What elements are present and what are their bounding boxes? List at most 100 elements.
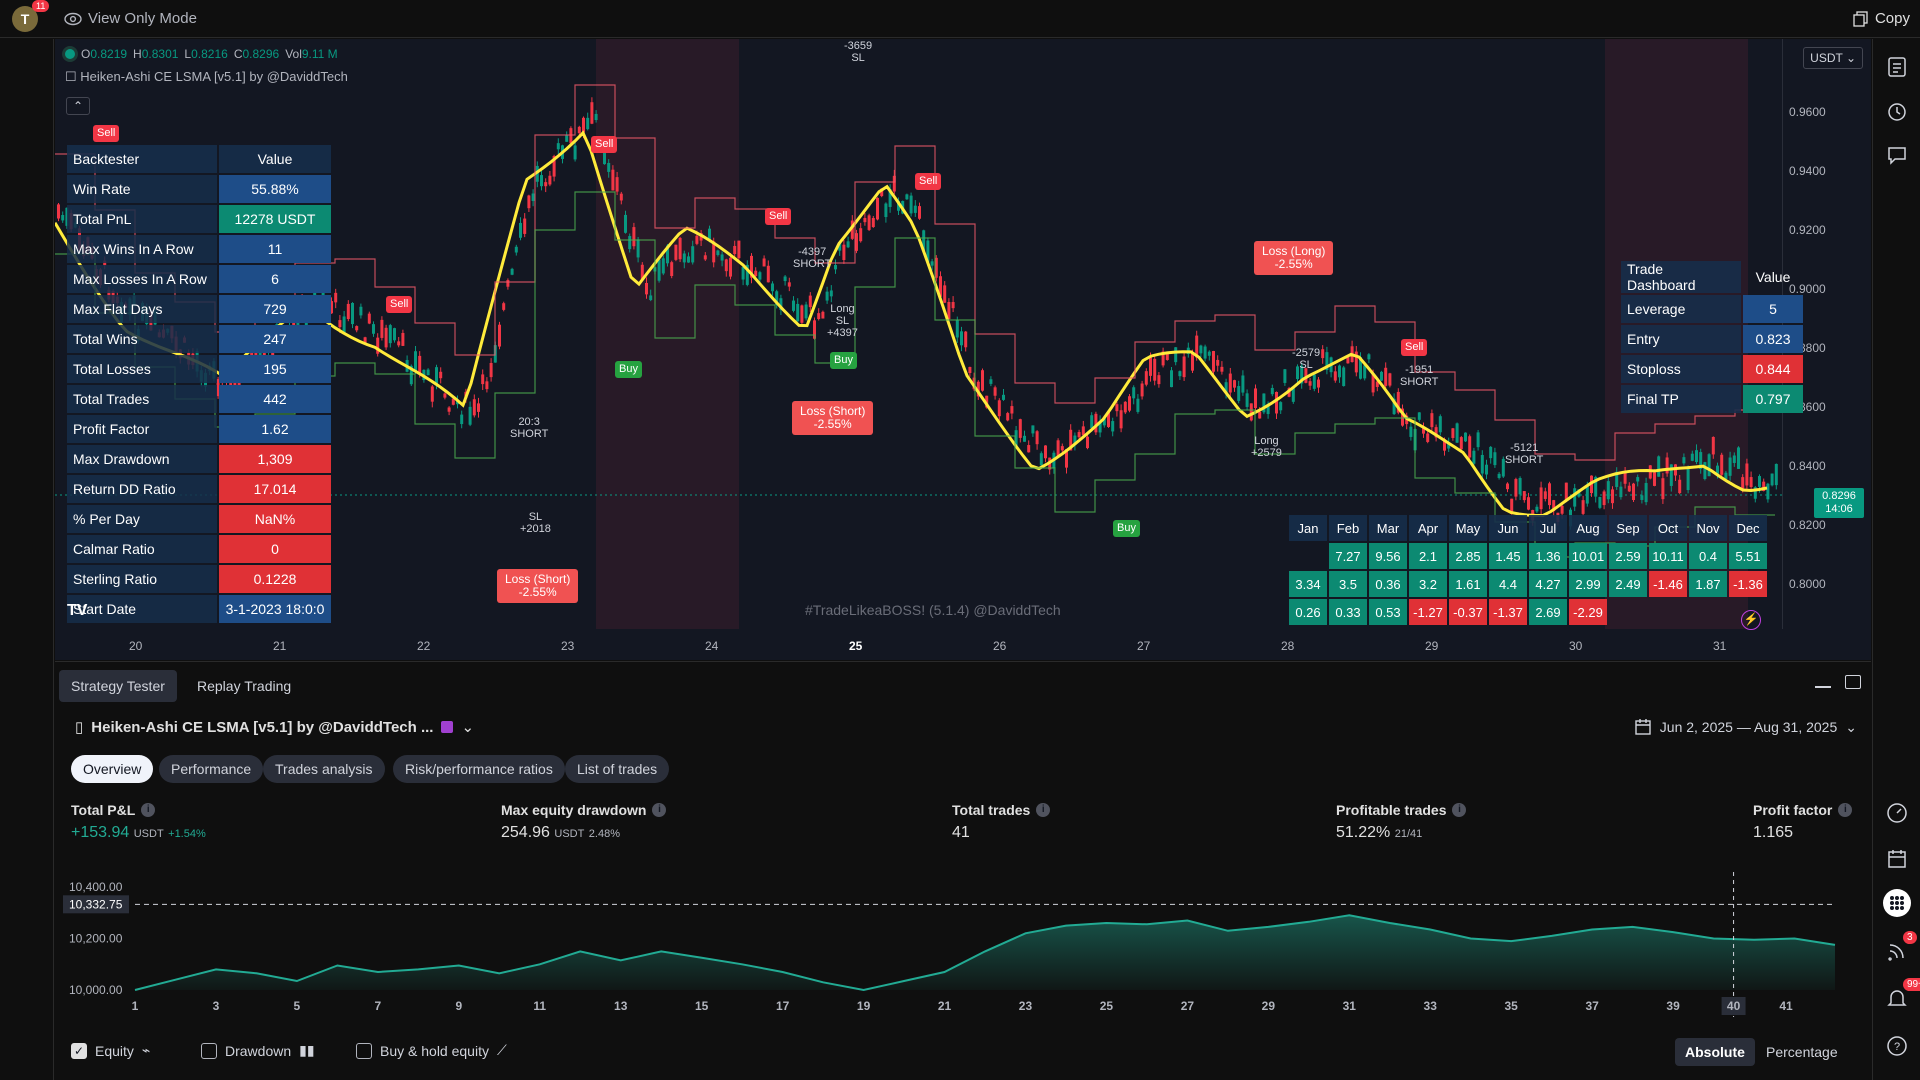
time-tick: 26: [993, 639, 1007, 653]
candle-body: [1598, 497, 1602, 508]
candle-body: [876, 197, 879, 220]
month-cell: 2.99: [1569, 571, 1607, 597]
candle-body: [401, 332, 405, 346]
candle-body: [1535, 506, 1539, 512]
table-header: Backtester: [67, 145, 217, 173]
candle-body: [359, 306, 363, 316]
apps-grid-icon[interactable]: [1883, 889, 1911, 917]
price-chart[interactable]: O0.8219 H0.8301 L0.8216 C0.8296 Vol9.11 …: [55, 39, 1871, 660]
candle-body: [372, 324, 375, 334]
equity-x-tick: 7: [375, 999, 382, 1013]
maximize-panel-icon[interactable]: [1845, 675, 1861, 689]
lightning-icon[interactable]: ⚡: [1741, 610, 1761, 630]
row-label: Win Rate: [67, 175, 217, 203]
candle-body: [724, 259, 728, 272]
collapse-legend-button[interactable]: ⌃: [66, 97, 90, 115]
equity-y-tick: 10,200.00: [69, 932, 123, 946]
strategy-tester-panel: Strategy Tester Replay Trading ▯ Heiken-…: [55, 661, 1871, 1080]
tab-strategy-tester[interactable]: Strategy Tester: [59, 670, 177, 702]
candle-body: [1430, 413, 1434, 428]
checkbox-checked-icon[interactable]: ✓: [71, 1042, 87, 1059]
month-header: Jul: [1529, 515, 1567, 541]
info-icon[interactable]: i: [141, 803, 156, 817]
candle-body: [1455, 423, 1459, 443]
copy-icon: [1853, 10, 1868, 27]
candle-body: [527, 195, 531, 209]
candle-body: [981, 370, 984, 391]
candle-body: [825, 291, 829, 301]
percentage-button[interactable]: Percentage: [1756, 1038, 1848, 1066]
checkbox-icon[interactable]: [356, 1042, 372, 1059]
chevron-down-icon: ⌄: [1845, 718, 1857, 735]
row-label: % Per Day: [67, 505, 217, 533]
feed-icon[interactable]: 3: [1883, 931, 1917, 965]
row-label: Max Flat Days: [67, 295, 217, 323]
equity-x-tick: 41: [1779, 999, 1793, 1013]
candle-body: [754, 270, 758, 277]
subtab-risk-ratios[interactable]: Risk/performance ratios: [393, 755, 565, 783]
candle-body: [720, 254, 724, 261]
candle-body: [1174, 347, 1178, 363]
help-icon[interactable]: ?: [1883, 1032, 1911, 1060]
time-tick: 30: [1569, 639, 1583, 653]
candle-body: [1317, 379, 1320, 388]
info-icon[interactable]: i: [1838, 803, 1853, 817]
time-tick: 29: [1425, 639, 1439, 653]
month-cell: 2.59: [1609, 543, 1647, 569]
row-value: 17.014: [219, 475, 331, 503]
candle-body: [1476, 432, 1480, 448]
candle-body: [1695, 450, 1698, 463]
month-cell: 9.56: [1369, 543, 1407, 569]
price-tick: 0.8000: [1789, 577, 1826, 591]
chevron-down-icon[interactable]: ⌄: [461, 718, 474, 736]
backtester-table: Backtester Value Win Rate 55.88% Total PnL 12…: [65, 143, 333, 625]
minimize-panel-icon[interactable]: [1815, 686, 1831, 688]
candle-body: [968, 367, 972, 374]
row-label: Total Losses: [67, 355, 217, 383]
info-icon[interactable]: i: [1036, 803, 1051, 817]
legend-drawdown[interactable]: Drawdown ▮▮: [201, 1042, 315, 1059]
notifications-icon[interactable]: 99+: [1883, 978, 1920, 1012]
legend-buy-hold[interactable]: Buy & hold equity ⟋: [356, 1042, 507, 1059]
date-range-selector[interactable]: Jun 2, 2025 — Aug 31, 2025 ⌄: [1634, 718, 1857, 736]
info-icon[interactable]: i: [1452, 803, 1467, 817]
speedometer-icon[interactable]: [1883, 799, 1911, 827]
view-only-mode[interactable]: View Only Mode: [64, 10, 197, 27]
candle-body: [611, 169, 615, 191]
watchlist-icon[interactable]: [1883, 53, 1911, 81]
strategy-name[interactable]: ▯ Heiken-Ashi CE LSMA [v5.1] by @DaviddT…: [75, 718, 474, 737]
legend-equity[interactable]: ✓ Equity ⌁: [71, 1042, 150, 1059]
right-toolbar: 3 99+ ?: [1872, 39, 1920, 1080]
equity-x-tick: 35: [1505, 999, 1519, 1013]
copy-button[interactable]: Copy: [1853, 10, 1910, 27]
candle-body: [1581, 500, 1585, 514]
monthly-returns-table: Jan Feb Mar Apr May Jun Jul Aug Sep Oct Nov Dec 7.27…: [1287, 513, 1769, 627]
subtab-list-of-trades[interactable]: List of trades: [565, 755, 670, 783]
month-header: Aug: [1569, 515, 1607, 541]
subtab-performance[interactable]: Performance: [159, 755, 264, 783]
currency-selector[interactable]: USDT ⌄: [1803, 47, 1863, 69]
indicator-name[interactable]: ☐ Heiken-Ashi CE LSMA [v5.1] by @DaviddT…: [65, 69, 348, 85]
strategy-settings-icon[interactable]: [441, 721, 454, 733]
absolute-button[interactable]: Absolute: [1675, 1038, 1755, 1066]
alerts-clock-icon[interactable]: [1883, 97, 1911, 125]
user-avatar[interactable]: T 11: [12, 0, 50, 32]
candle-body: [57, 204, 60, 219]
subtab-overview[interactable]: Overview: [71, 755, 154, 783]
equity-chart[interactable]: 10,400.0010,200.0010,000.0010,332.751 3 5 7…: [55, 867, 1871, 1027]
checkbox-icon[interactable]: [201, 1042, 217, 1059]
chart-dot-icon: [65, 49, 75, 59]
chat-icon[interactable]: [1883, 141, 1911, 169]
candle-body: [1632, 483, 1635, 500]
table-row: 7.27 9.56 2.1 2.85 1.45 1.36 10.01 2.59 10.11 0.4…: [1289, 543, 1767, 569]
row-value: 0.844: [1743, 355, 1803, 383]
candle-body: [439, 371, 443, 379]
candle-body: [800, 305, 804, 323]
month-cell: [1609, 599, 1647, 625]
subtab-trades-analysis[interactable]: Trades analysis: [263, 755, 385, 783]
tab-replay-trading[interactable]: Replay Trading: [185, 670, 303, 702]
calendar-icon[interactable]: [1883, 845, 1911, 873]
tradingview-logo[interactable]: TV: [67, 602, 87, 620]
price-tick: 0.8200: [1789, 518, 1826, 532]
info-icon[interactable]: i: [652, 803, 667, 817]
